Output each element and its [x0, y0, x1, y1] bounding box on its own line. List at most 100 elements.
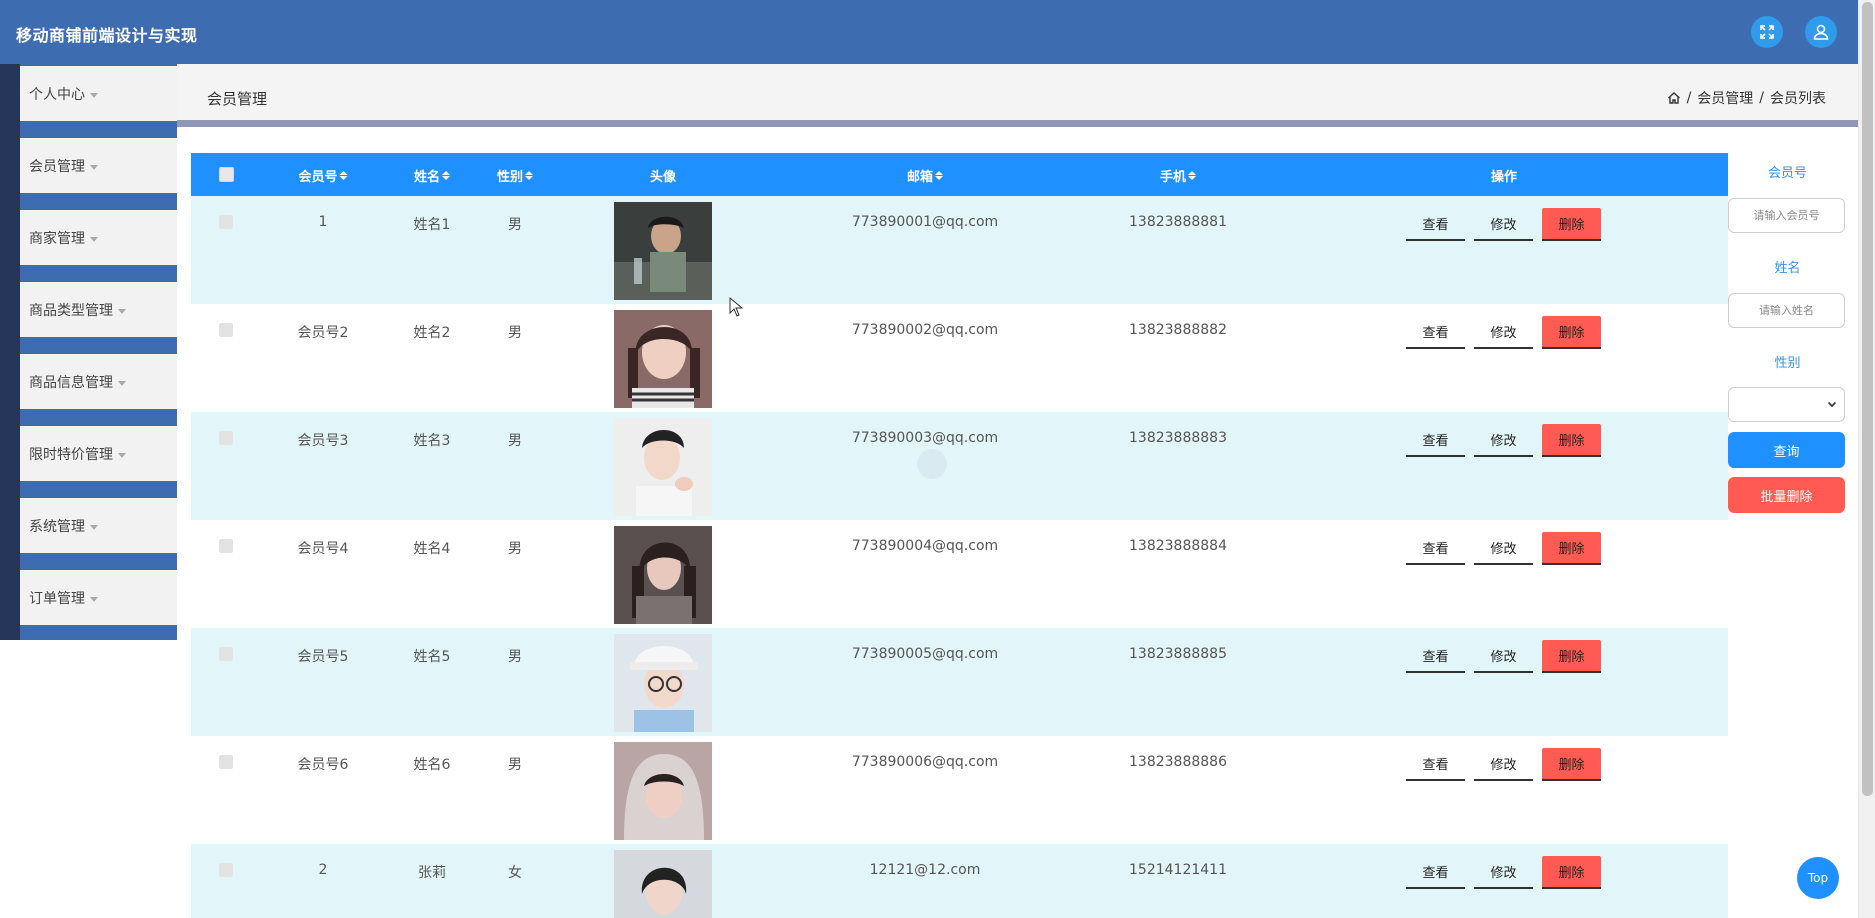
- cell-phone: 15214121411: [1129, 862, 1227, 878]
- fullscreen-button[interactable]: [1751, 16, 1783, 48]
- sidebar-item-product-info-management[interactable]: 商品信息管理: [0, 352, 177, 424]
- edit-button[interactable]: 修改: [1474, 640, 1533, 673]
- top-header: 移动商铺前端设计与实现: [0, 0, 1858, 64]
- table-row: 1 姓名1 男 773890001@qq.com 13823888881 查看 …: [191, 196, 1728, 304]
- delete-button[interactable]: 删除: [1542, 532, 1601, 565]
- cell-phone: 13823888882: [1129, 322, 1227, 338]
- avatar: [614, 310, 712, 408]
- delete-button[interactable]: 删除: [1542, 208, 1601, 241]
- table-row: 会员号3 姓名3 男 773890003@qq.com 13823888883 …: [191, 412, 1728, 520]
- column-header-member-no[interactable]: 会员号: [298, 166, 348, 185]
- breadcrumb-item-member-list: 会员列表: [1770, 91, 1826, 107]
- home-icon[interactable]: [1667, 91, 1681, 105]
- sidebar-item-label: 系统管理: [29, 519, 85, 535]
- sidebar-item-label: 订单管理: [29, 591, 85, 607]
- avatar: [614, 634, 712, 732]
- row-checkbox[interactable]: [219, 863, 233, 877]
- view-button[interactable]: 查看: [1406, 316, 1465, 349]
- batch-delete-button[interactable]: 批量删除: [1728, 477, 1845, 513]
- user-button[interactable]: [1805, 16, 1837, 48]
- breadcrumb-bar: 会员管理 / 会员管理 / 会员列表: [177, 64, 1858, 120]
- query-button[interactable]: 查询: [1728, 432, 1845, 468]
- row-checkbox[interactable]: [219, 539, 233, 553]
- cell-member-no: 会员号3: [297, 433, 349, 449]
- sort-icon: [1188, 171, 1197, 180]
- edit-button[interactable]: 修改: [1474, 856, 1533, 889]
- mouse-cursor-icon: [729, 297, 743, 317]
- delete-button[interactable]: 删除: [1542, 424, 1601, 457]
- cell-email: 12121@12.com: [869, 862, 981, 878]
- caret-down-icon: [90, 596, 98, 602]
- sidebar-item-member-management[interactable]: 会员管理: [0, 136, 177, 208]
- sidebar-item-label: 限时特价管理: [29, 447, 113, 463]
- back-to-top-button[interactable]: Top: [1797, 857, 1839, 899]
- name-input[interactable]: 请输入姓名: [1728, 293, 1845, 328]
- edit-button[interactable]: 修改: [1474, 208, 1533, 241]
- view-button[interactable]: 查看: [1406, 532, 1465, 565]
- row-checkbox[interactable]: [219, 431, 233, 445]
- row-checkbox[interactable]: [219, 647, 233, 661]
- caret-down-icon: [118, 380, 126, 386]
- sidebar-item-label: 商品类型管理: [29, 303, 113, 319]
- row-checkbox[interactable]: [219, 755, 233, 769]
- table-row: 2 张莉 女 12121@12.com 15214121411 查看 修改 删除: [191, 844, 1728, 918]
- cell-member-no: 2: [318, 862, 328, 878]
- member-no-input[interactable]: 请输入会员号: [1728, 198, 1845, 233]
- sidebar-item-system-management[interactable]: 系统管理: [0, 496, 177, 568]
- column-header-email[interactable]: 邮箱: [907, 166, 944, 185]
- caret-down-icon: [90, 164, 98, 170]
- caret-down-icon: [90, 524, 98, 530]
- view-button[interactable]: 查看: [1406, 424, 1465, 457]
- page-scrollbar[interactable]: [1858, 0, 1875, 918]
- cell-email: 773890002@qq.com: [851, 322, 999, 338]
- cell-name: 姓名4: [413, 541, 451, 557]
- sidebar-item-merchant-management[interactable]: 商家管理: [0, 208, 177, 280]
- sidebar-item-flash-sale-management[interactable]: 限时特价管理: [0, 424, 177, 496]
- edit-button[interactable]: 修改: [1474, 532, 1533, 565]
- column-header-name[interactable]: 姓名: [414, 166, 451, 185]
- caret-down-icon: [90, 236, 98, 242]
- delete-button[interactable]: 删除: [1542, 856, 1601, 889]
- edit-button[interactable]: 修改: [1474, 748, 1533, 781]
- cell-email: 773890004@qq.com: [851, 538, 999, 554]
- column-header-gender[interactable]: 性别: [497, 166, 534, 185]
- cell-gender: 男: [508, 217, 522, 233]
- avatar: [614, 202, 712, 300]
- name-label: 姓名: [1774, 261, 1801, 276]
- table-row: 会员号2 姓名2 男 773890002@qq.com 13823888882 …: [191, 304, 1728, 412]
- view-button[interactable]: 查看: [1406, 640, 1465, 673]
- sidebar-item-order-management[interactable]: 订单管理: [0, 568, 177, 640]
- view-button[interactable]: 查看: [1406, 748, 1465, 781]
- sidebar-item-product-type-management[interactable]: 商品类型管理: [0, 280, 177, 352]
- caret-down-icon: [118, 308, 126, 314]
- edit-button[interactable]: 修改: [1474, 424, 1533, 457]
- delete-button[interactable]: 删除: [1542, 640, 1601, 673]
- sidebar-item-label: 商品信息管理: [29, 375, 113, 391]
- sidebar-item-personal-center[interactable]: 个人中心: [0, 64, 177, 136]
- avatar: [614, 418, 712, 516]
- row-checkbox[interactable]: [219, 323, 233, 337]
- scrollbar-thumb[interactable]: [1862, 2, 1873, 796]
- breadcrumb-separator: /: [1759, 90, 1764, 106]
- cell-name: 姓名5: [413, 649, 451, 665]
- cell-phone: 13823888881: [1129, 214, 1227, 230]
- view-button[interactable]: 查看: [1406, 208, 1465, 241]
- delete-button[interactable]: 删除: [1542, 316, 1601, 349]
- gender-select[interactable]: [1728, 387, 1845, 422]
- breadcrumb-item-member-management[interactable]: 会员管理: [1697, 88, 1753, 108]
- expand-icon: [1760, 25, 1774, 39]
- cell-gender: 男: [508, 757, 522, 773]
- breadcrumb: / 会员管理 / 会员列表: [1667, 88, 1826, 108]
- delete-button[interactable]: 删除: [1542, 748, 1601, 781]
- edit-button[interactable]: 修改: [1474, 316, 1533, 349]
- column-header-phone[interactable]: 手机: [1160, 166, 1197, 185]
- table-row: 会员号6 姓名6 男 773890006@qq.com 13823888886 …: [191, 736, 1728, 844]
- row-checkbox[interactable]: [219, 215, 233, 229]
- cell-member-no: 会员号4: [297, 541, 349, 557]
- sort-icon: [442, 171, 451, 180]
- cell-phone: 13823888885: [1129, 646, 1227, 662]
- cell-name: 姓名1: [413, 217, 451, 233]
- select-all-checkbox[interactable]: [219, 167, 234, 182]
- view-button[interactable]: 查看: [1406, 856, 1465, 889]
- app-title: 移动商铺前端设计与实现: [16, 26, 198, 45]
